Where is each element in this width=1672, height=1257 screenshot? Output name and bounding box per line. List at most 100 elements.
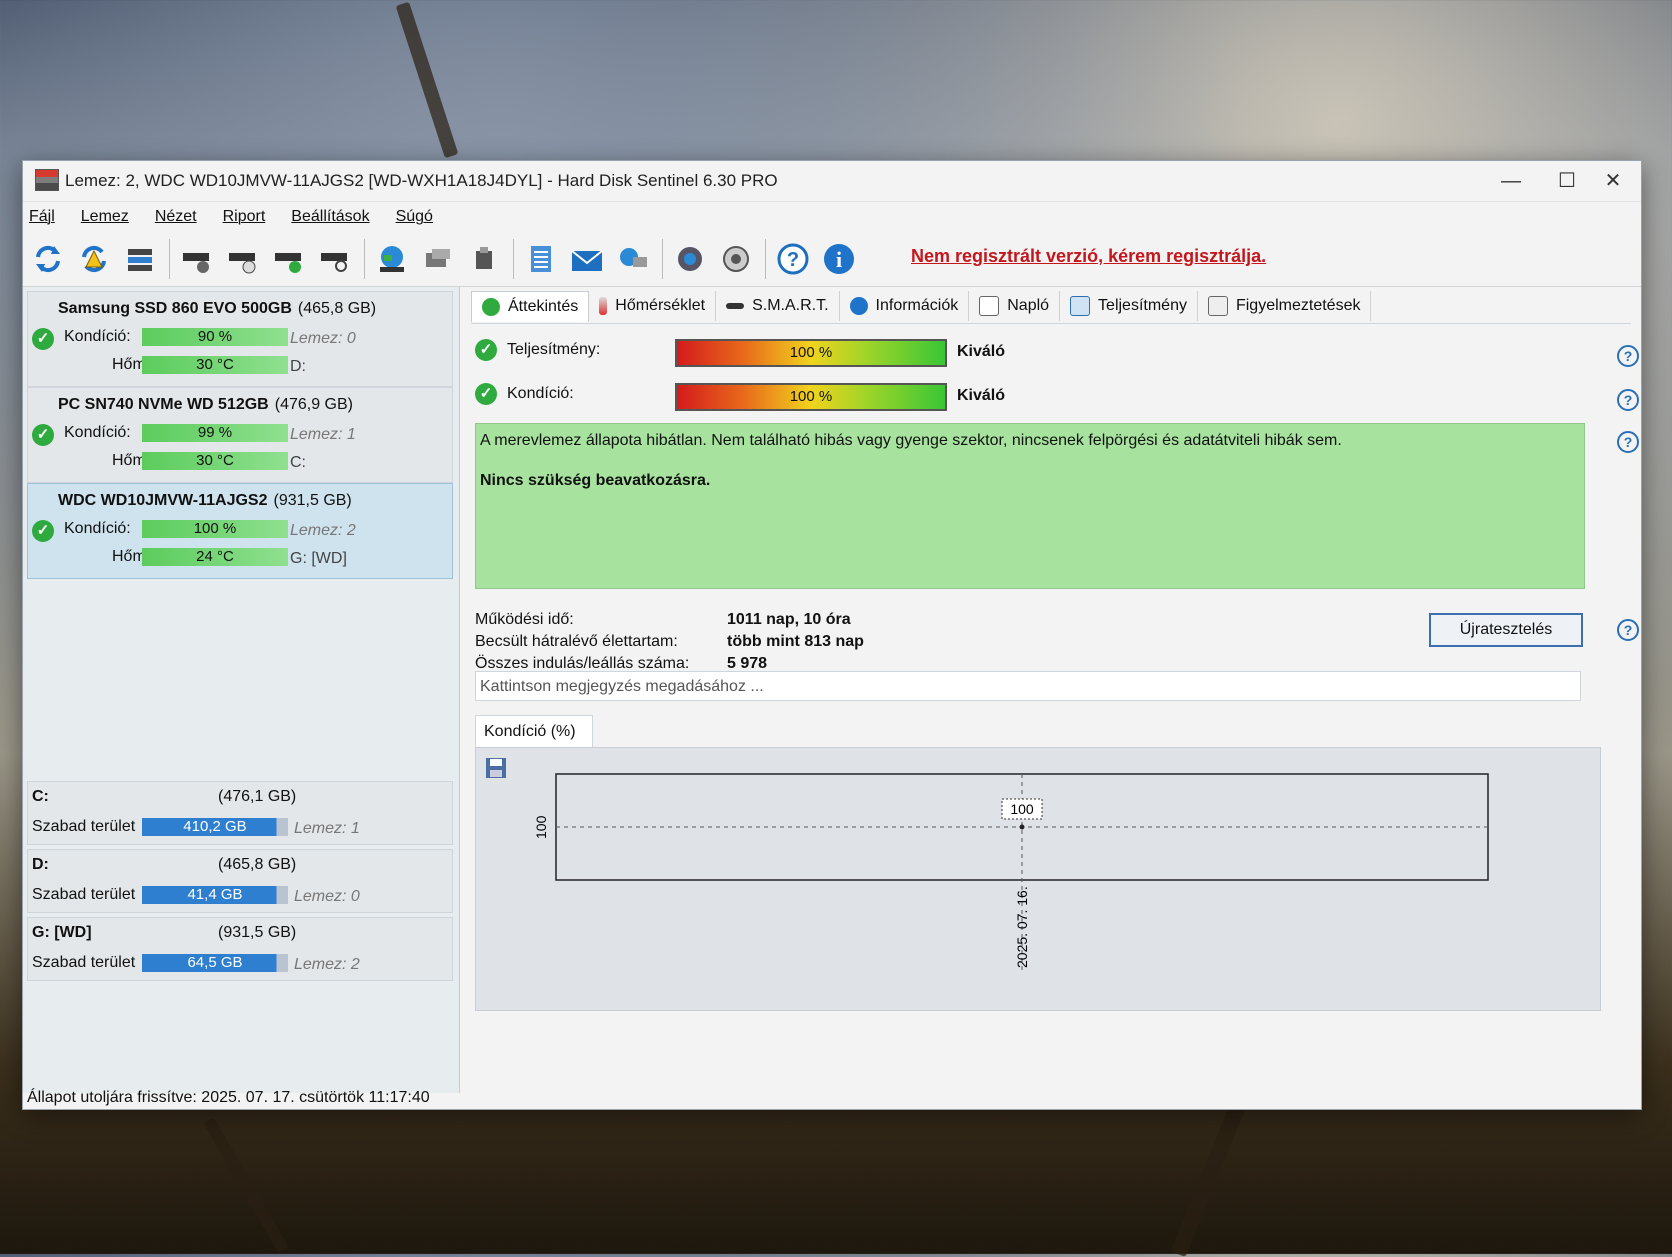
free-space-label: Szabad terület [32,954,136,971]
partition-card[interactable]: C: (476,1 GB) Szabad terület 410,2 GB Le… [27,781,453,845]
data-point [1019,824,1025,830]
refresh-icon[interactable] [29,240,67,278]
tab-smart[interactable]: S.M.A.R.T. [716,291,840,321]
close-button[interactable]: ✕ [1587,165,1639,197]
tab-information[interactable]: Információk [840,291,970,321]
tab-overview[interactable]: Áttekintés [471,291,590,322]
info-icon[interactable]: i [820,240,858,278]
lifetime-label: Becsült hátralévő élettartam: [475,633,678,650]
drive-letter: G: [WD] [290,550,347,567]
disk-timer-icon[interactable] [224,240,262,278]
sound-icon[interactable] [717,240,755,278]
partition-card[interactable]: G: [WD] (931,5 GB) Szabad terület 64,5 G… [27,917,453,981]
toolbar-separator [765,239,766,279]
maximize-button[interactable]: ☐ [1541,165,1593,197]
disk-index: Lemez: 2 [290,522,356,539]
disk-index: Lemez: 2 [294,956,360,973]
thermometer-icon [599,297,608,315]
health-label: Kondíció: [64,328,131,345]
help-icon[interactable]: ? [1617,345,1639,367]
toolbar-separator [513,239,514,279]
status-text-box: A merevlemez állapota hibátlan. Nem talá… [475,423,1585,589]
disk-card[interactable]: PC SN740 NVMe WD 512GB (476,9 GB) ✓ Kondí… [27,387,453,483]
network-disk-icon[interactable] [419,240,457,278]
disk-icon [726,303,745,309]
health-label: Kondíció: [507,385,574,402]
health-bar: 100 % [142,520,288,538]
disk-list-panel: Samsung SSD 860 EVO 500GB (465,8 GB) ✓ Ko… [23,287,460,1093]
tab-performance[interactable]: Teljesítmény [1060,291,1198,321]
status-description: A merevlemez állapota hibátlan. Nem talá… [480,432,1342,449]
disk-ok-icon[interactable] [270,240,308,278]
data-label: 100 [1010,801,1034,817]
power-on-value: 1011 nap, 10 óra [727,611,851,628]
alerts-icon [1207,296,1228,316]
performance-label: Teljesítmény: [507,341,601,358]
disk-info-icon[interactable] [178,240,216,278]
chart-icon [1070,296,1091,316]
power-on-label: Működési idő: [475,611,574,628]
chart-tab-health[interactable]: Kondíció (%) [475,715,593,747]
drive-letter: D: [290,358,306,375]
ok-check-icon: ✓ [32,424,54,446]
info-icon [849,297,868,315]
details-panel: Áttekintés Hőmérséklet S.M.A.R.T. Inform… [471,287,1639,1093]
health-label: Kondíció: [64,424,131,441]
health-bar: 99 % [142,424,288,442]
free-space-label: Szabad terület [32,886,136,903]
help-icon[interactable]: ? [1617,619,1639,641]
help-icon[interactable]: ? [774,240,812,278]
menu-disk[interactable]: Lemez [81,208,129,226]
status-action: Nincs szükség beavatkozásra. [480,472,711,489]
menu-file[interactable]: Fájl [29,208,55,226]
minimize-button[interactable]: — [1485,165,1537,197]
partition-name: G: [WD] [32,924,92,941]
tab-log[interactable]: Napló [969,291,1061,321]
partition-card[interactable]: D: (465,8 GB) Szabad terület 41,4 GB Lem… [27,849,453,913]
refresh-warning-icon[interactable] [75,240,113,278]
ok-check-icon: ✓ [32,328,54,350]
register-link[interactable]: Nem regisztrált verzió, kérem regisztrál… [911,246,1266,267]
partition-name: C: [32,788,49,805]
title-bar[interactable]: Lemez: 2, WDC WD10JMVW-11AJGS2 [WD-WXH1A… [23,161,1641,202]
disk-index: Lemez: 0 [290,330,356,347]
usb-disk-icon[interactable] [465,240,503,278]
check-icon [482,298,500,316]
toolbar-separator [662,239,663,279]
temp-bar: 30 °C [142,452,288,470]
report-icon[interactable] [522,240,560,278]
menu-view[interactable]: Nézet [155,208,197,226]
remote-icon[interactable] [614,240,652,278]
svg-text:i: i [836,247,842,272]
retest-button[interactable]: Újratesztelés [1429,613,1583,647]
disk-card[interactable]: Samsung SSD 860 EVO 500GB (465,8 GB) ✓ Ko… [27,291,453,387]
ok-check-icon: ✓ [475,383,497,405]
help-icon[interactable]: ? [1617,389,1639,411]
ok-check-icon: ✓ [32,520,54,542]
disk-card-selected[interactable]: WDC WD10JMVW-11AJGS2 (931,5 GB) ✓ Kondíci… [27,483,453,579]
tab-strip: Áttekintés Hőmérséklet S.M.A.R.T. Inform… [471,291,1631,324]
settings-icon[interactable] [671,240,709,278]
disk-search-icon[interactable] [316,240,354,278]
app-window: Lemez: 2, WDC WD10JMVW-11AJGS2 [WD-WXH1A… [22,160,1642,1110]
disk-name: WDC WD10JMVW-11AJGS2 (931,5 GB) [58,492,352,509]
disk-name: PC SN740 NVMe WD 512GB (476,9 GB) [58,396,353,413]
svg-text:?: ? [787,249,799,271]
partition-name: D: [32,856,49,873]
toolbar: ? i Nem regisztrált verzió, kérem regisz… [23,232,1641,287]
tab-temperature[interactable]: Hőmérséklet [589,291,717,321]
menu-settings[interactable]: Beállítások [291,208,369,226]
help-icon[interactable]: ? [1617,431,1639,453]
note-input[interactable]: Kattintson megjegyzés megadásához ... [475,671,1581,701]
email-icon[interactable] [568,240,606,278]
performance-status: Kiváló [957,343,1006,360]
globe-icon[interactable] [373,240,411,278]
toolbar-separator [169,239,170,279]
health-chart-panel: 100 2025. 07. 16. 100 [475,747,1601,1011]
menu-help[interactable]: Súgó [396,208,433,226]
temp-bar: 30 °C [142,356,288,374]
menu-report[interactable]: Riport [223,208,266,226]
disk-list-icon[interactable] [121,240,159,278]
performance-bar: 100 % [675,339,947,367]
tab-alerts[interactable]: Figyelmeztetések [1198,291,1372,321]
